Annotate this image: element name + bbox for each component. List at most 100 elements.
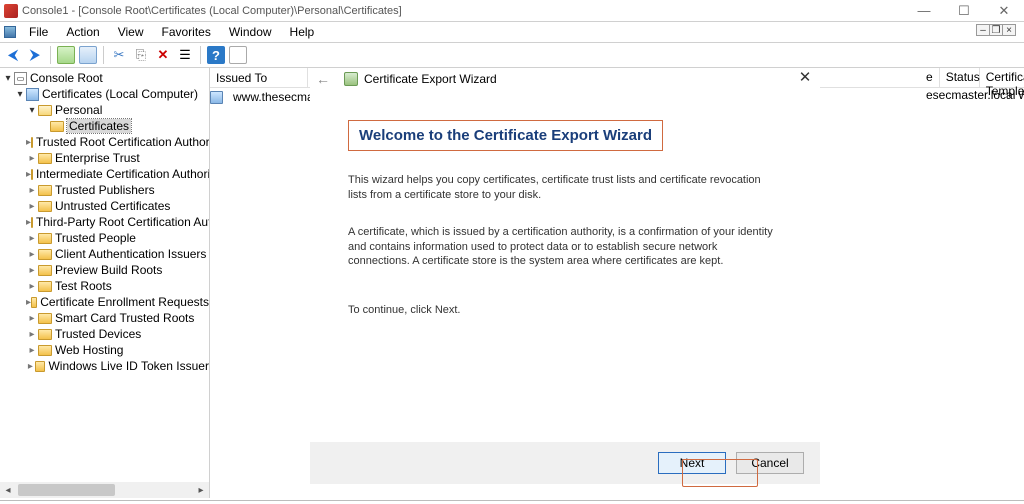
certificate-export-wizard: ✕ ← Certificate Export Wizard Welcome to… bbox=[310, 68, 820, 498]
tree-item-label: Trusted People bbox=[55, 231, 136, 245]
tree-item-label: Test Roots bbox=[55, 279, 112, 293]
col-template[interactable]: Certificate Template bbox=[980, 68, 1024, 87]
wizard-paragraph-3: To continue, click Next. bbox=[348, 303, 782, 318]
console-root-icon: ▭ bbox=[14, 72, 27, 85]
menu-help[interactable]: Help bbox=[282, 23, 323, 41]
tree-item-label: Trusted Root Certification Authorities bbox=[36, 135, 210, 149]
tree-item-label: Enterprise Trust bbox=[55, 151, 140, 165]
folder-icon bbox=[31, 217, 33, 228]
tree-item-label: Preview Build Roots bbox=[55, 263, 162, 277]
wizard-title: Welcome to the Certificate Export Wizard bbox=[348, 120, 663, 151]
wizard-paragraph-2: A certificate, which is issued by a cert… bbox=[348, 225, 782, 270]
app-icon bbox=[4, 4, 18, 18]
cancel-button[interactable]: Cancel bbox=[736, 452, 804, 474]
tree-personal[interactable]: Personal bbox=[55, 103, 102, 117]
tree-certificates-selected[interactable]: Certificates bbox=[67, 119, 131, 133]
back-button[interactable]: ⮜ bbox=[4, 46, 22, 64]
menu-file[interactable]: File bbox=[21, 23, 56, 41]
tree-item-label: Intermediate Certification Authorities bbox=[36, 167, 210, 181]
folder-icon bbox=[38, 105, 52, 116]
col-status[interactable]: Status bbox=[940, 68, 980, 87]
folder-icon bbox=[38, 265, 52, 276]
cut-button[interactable]: ✂ bbox=[110, 46, 128, 64]
forward-button[interactable]: ⮞ bbox=[26, 46, 44, 64]
details-pane: Issued To www.thesecmaster.l e Status Ce… bbox=[210, 68, 1024, 498]
mdi-minimize-button[interactable]: – bbox=[976, 24, 990, 36]
tree-item-label: Client Authentication Issuers bbox=[55, 247, 206, 261]
tree-item[interactable]: Trusted Devices bbox=[2, 326, 209, 342]
window-border-bottom bbox=[0, 500, 1024, 504]
cell-template: WebServer bbox=[1012, 88, 1024, 106]
window-title: Console1 - [Console Root\Certificates (L… bbox=[22, 5, 904, 17]
tree-item[interactable]: Preview Build Roots bbox=[2, 262, 209, 278]
tree-item[interactable]: Trusted Publishers bbox=[2, 182, 209, 198]
mdi-restore-button[interactable]: ❐ bbox=[989, 24, 1003, 36]
wizard-close-button[interactable]: ✕ bbox=[790, 65, 820, 89]
tree-item[interactable]: Test Roots bbox=[2, 278, 209, 294]
show-hide-tree-button[interactable] bbox=[79, 46, 97, 64]
tree-item[interactable]: Web Hosting bbox=[2, 342, 209, 358]
tree-item-label: Smart Card Trusted Roots bbox=[55, 311, 194, 325]
tree-item[interactable]: Windows Live ID Token Issuer bbox=[2, 358, 209, 374]
menu-bar: File Action View Favorites Window Help bbox=[0, 22, 1024, 42]
tree-console-root[interactable]: Console Root bbox=[30, 71, 103, 85]
delete-button[interactable]: ✕ bbox=[154, 46, 172, 64]
tree-item[interactable]: Trusted Root Certification Authorities bbox=[2, 134, 209, 150]
system-menu-icon[interactable] bbox=[4, 26, 16, 38]
minimize-button[interactable]: — bbox=[904, 3, 944, 19]
folder-icon bbox=[38, 233, 52, 244]
wizard-icon bbox=[344, 72, 358, 86]
tree-item[interactable]: Untrusted Certificates bbox=[2, 198, 209, 214]
toolbar: ⮜ ⮞ ✂ ⎘ ✕ ☰ ? bbox=[0, 42, 1024, 68]
properties-button[interactable]: ☰ bbox=[176, 46, 194, 64]
col-issued-to[interactable]: Issued To bbox=[210, 68, 308, 87]
wizard-paragraph-1: This wizard helps you copy certificates,… bbox=[348, 173, 782, 203]
tree-item-label: Windows Live ID Token Issuer bbox=[48, 359, 209, 373]
tree-item[interactable]: Certificate Enrollment Requests bbox=[2, 294, 209, 310]
folder-icon bbox=[38, 281, 52, 292]
folder-icon bbox=[31, 137, 33, 148]
help-button[interactable]: ? bbox=[207, 46, 225, 64]
tree-item-label: Untrusted Certificates bbox=[55, 199, 170, 213]
tree-horizontal-scrollbar[interactable]: ◂▸ bbox=[0, 482, 209, 498]
next-button[interactable]: Next bbox=[658, 452, 726, 474]
certificates-icon bbox=[26, 88, 39, 101]
menu-window[interactable]: Window bbox=[221, 23, 280, 41]
copy-button[interactable]: ⎘ bbox=[132, 46, 150, 64]
menu-action[interactable]: Action bbox=[58, 23, 107, 41]
wizard-footer: Next Cancel bbox=[310, 442, 820, 484]
wizard-breadcrumb: Certificate Export Wizard bbox=[364, 72, 497, 86]
folder-icon bbox=[50, 121, 64, 132]
tree-item[interactable]: Client Authentication Issuers bbox=[2, 246, 209, 262]
tree-certificates-local[interactable]: Certificates (Local Computer) bbox=[42, 87, 198, 101]
col-partial[interactable]: e bbox=[920, 68, 940, 87]
folder-icon bbox=[31, 169, 33, 180]
cell-partial: esecmaster.local bbox=[920, 88, 1000, 106]
list-row-right[interactable]: esecmaster.local WebServer bbox=[920, 88, 1024, 106]
menu-favorites[interactable]: Favorites bbox=[154, 23, 219, 41]
tree-item-label: Trusted Devices bbox=[55, 327, 141, 341]
cell-status bbox=[1000, 88, 1012, 106]
up-button[interactable] bbox=[57, 46, 75, 64]
maximize-button[interactable]: ☐ bbox=[944, 3, 984, 19]
console-tree[interactable]: ▭Console Root Certificates (Local Comput… bbox=[0, 68, 210, 498]
folder-icon bbox=[38, 153, 52, 164]
window-titlebar: Console1 - [Console Root\Certificates (L… bbox=[0, 0, 1024, 22]
folder-icon bbox=[38, 329, 52, 340]
tree-item[interactable]: Third-Party Root Certification Authoriti… bbox=[2, 214, 209, 230]
certificate-icon bbox=[210, 91, 223, 104]
tree-item-label: Certificate Enrollment Requests bbox=[40, 295, 209, 309]
folder-icon bbox=[38, 313, 52, 324]
tree-item[interactable]: Enterprise Trust bbox=[2, 150, 209, 166]
mdi-close-button[interactable]: × bbox=[1002, 24, 1016, 36]
mdi-window-controls: – ❐ × bbox=[977, 24, 1016, 36]
close-button[interactable]: ✕ bbox=[984, 3, 1024, 19]
list-header-right: e Status Certificate Template bbox=[920, 68, 1024, 88]
menu-view[interactable]: View bbox=[110, 23, 152, 41]
tree-item-label: Trusted Publishers bbox=[55, 183, 155, 197]
tree-item[interactable]: Intermediate Certification Authorities bbox=[2, 166, 209, 182]
tree-item[interactable]: Trusted People bbox=[2, 230, 209, 246]
extra-button[interactable] bbox=[229, 46, 247, 64]
tree-item[interactable]: Smart Card Trusted Roots bbox=[2, 310, 209, 326]
wizard-back-button[interactable]: ← bbox=[316, 71, 330, 87]
